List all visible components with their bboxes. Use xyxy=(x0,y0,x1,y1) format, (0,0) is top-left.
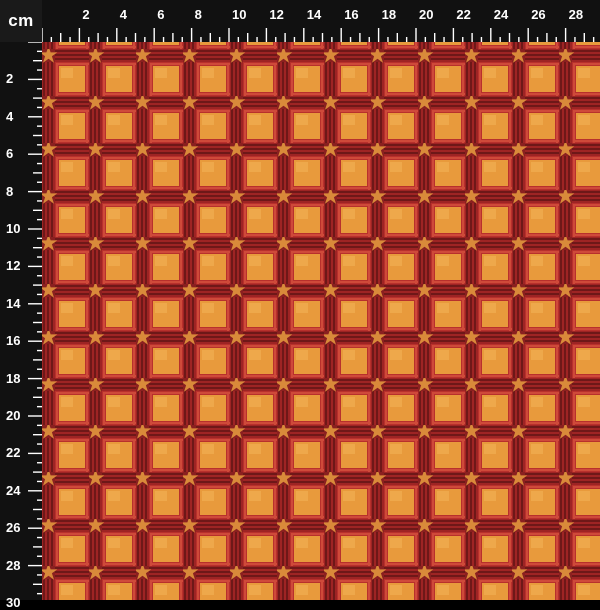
left-ruler-label: 12 xyxy=(6,258,21,274)
top-ruler-label: 24 xyxy=(493,7,509,22)
unit-label: cm xyxy=(8,11,34,30)
left-ruler-label: 24 xyxy=(6,482,21,498)
top-ruler-label: 26 xyxy=(531,7,546,22)
top-ruler-ticks xyxy=(41,28,595,42)
top-ruler-label: 28 xyxy=(568,7,584,22)
top-ruler-label: 6 xyxy=(157,7,165,22)
left-ruler-label: 8 xyxy=(6,183,14,199)
plaid-star-pattern xyxy=(42,42,600,600)
top-ruler-label: 18 xyxy=(381,7,397,22)
left-ruler-label: 16 xyxy=(6,333,21,349)
top-ruler-label: 10 xyxy=(232,7,247,22)
top-ruler-label: 2 xyxy=(82,7,90,22)
left-ruler-label: 4 xyxy=(6,108,14,124)
left-ruler-label: 10 xyxy=(6,221,21,236)
top-ruler-label: 22 xyxy=(456,7,471,22)
left-ruler-label: 18 xyxy=(6,370,21,386)
unit-corner: cm xyxy=(0,0,42,42)
top-ruler-label: 16 xyxy=(344,7,359,22)
left-ruler-label: 28 xyxy=(6,557,21,573)
left-ruler-label: 26 xyxy=(6,520,21,536)
left-ruler-label: 2 xyxy=(6,71,14,87)
left-ruler-label: 22 xyxy=(6,445,21,461)
top-ruler xyxy=(0,0,600,42)
top-ruler-label: 20 xyxy=(419,7,434,22)
left-ruler-label: 6 xyxy=(6,146,14,162)
top-ruler-label: 12 xyxy=(269,7,284,22)
fabric-swatch xyxy=(42,42,600,600)
left-ruler-label: 20 xyxy=(6,408,21,423)
top-ruler-label: 14 xyxy=(306,7,322,22)
left-ruler-label: 14 xyxy=(6,295,21,311)
top-ruler-label: 4 xyxy=(119,7,128,22)
left-ruler-label: 30 xyxy=(6,595,21,610)
top-ruler-label: 8 xyxy=(194,7,202,22)
